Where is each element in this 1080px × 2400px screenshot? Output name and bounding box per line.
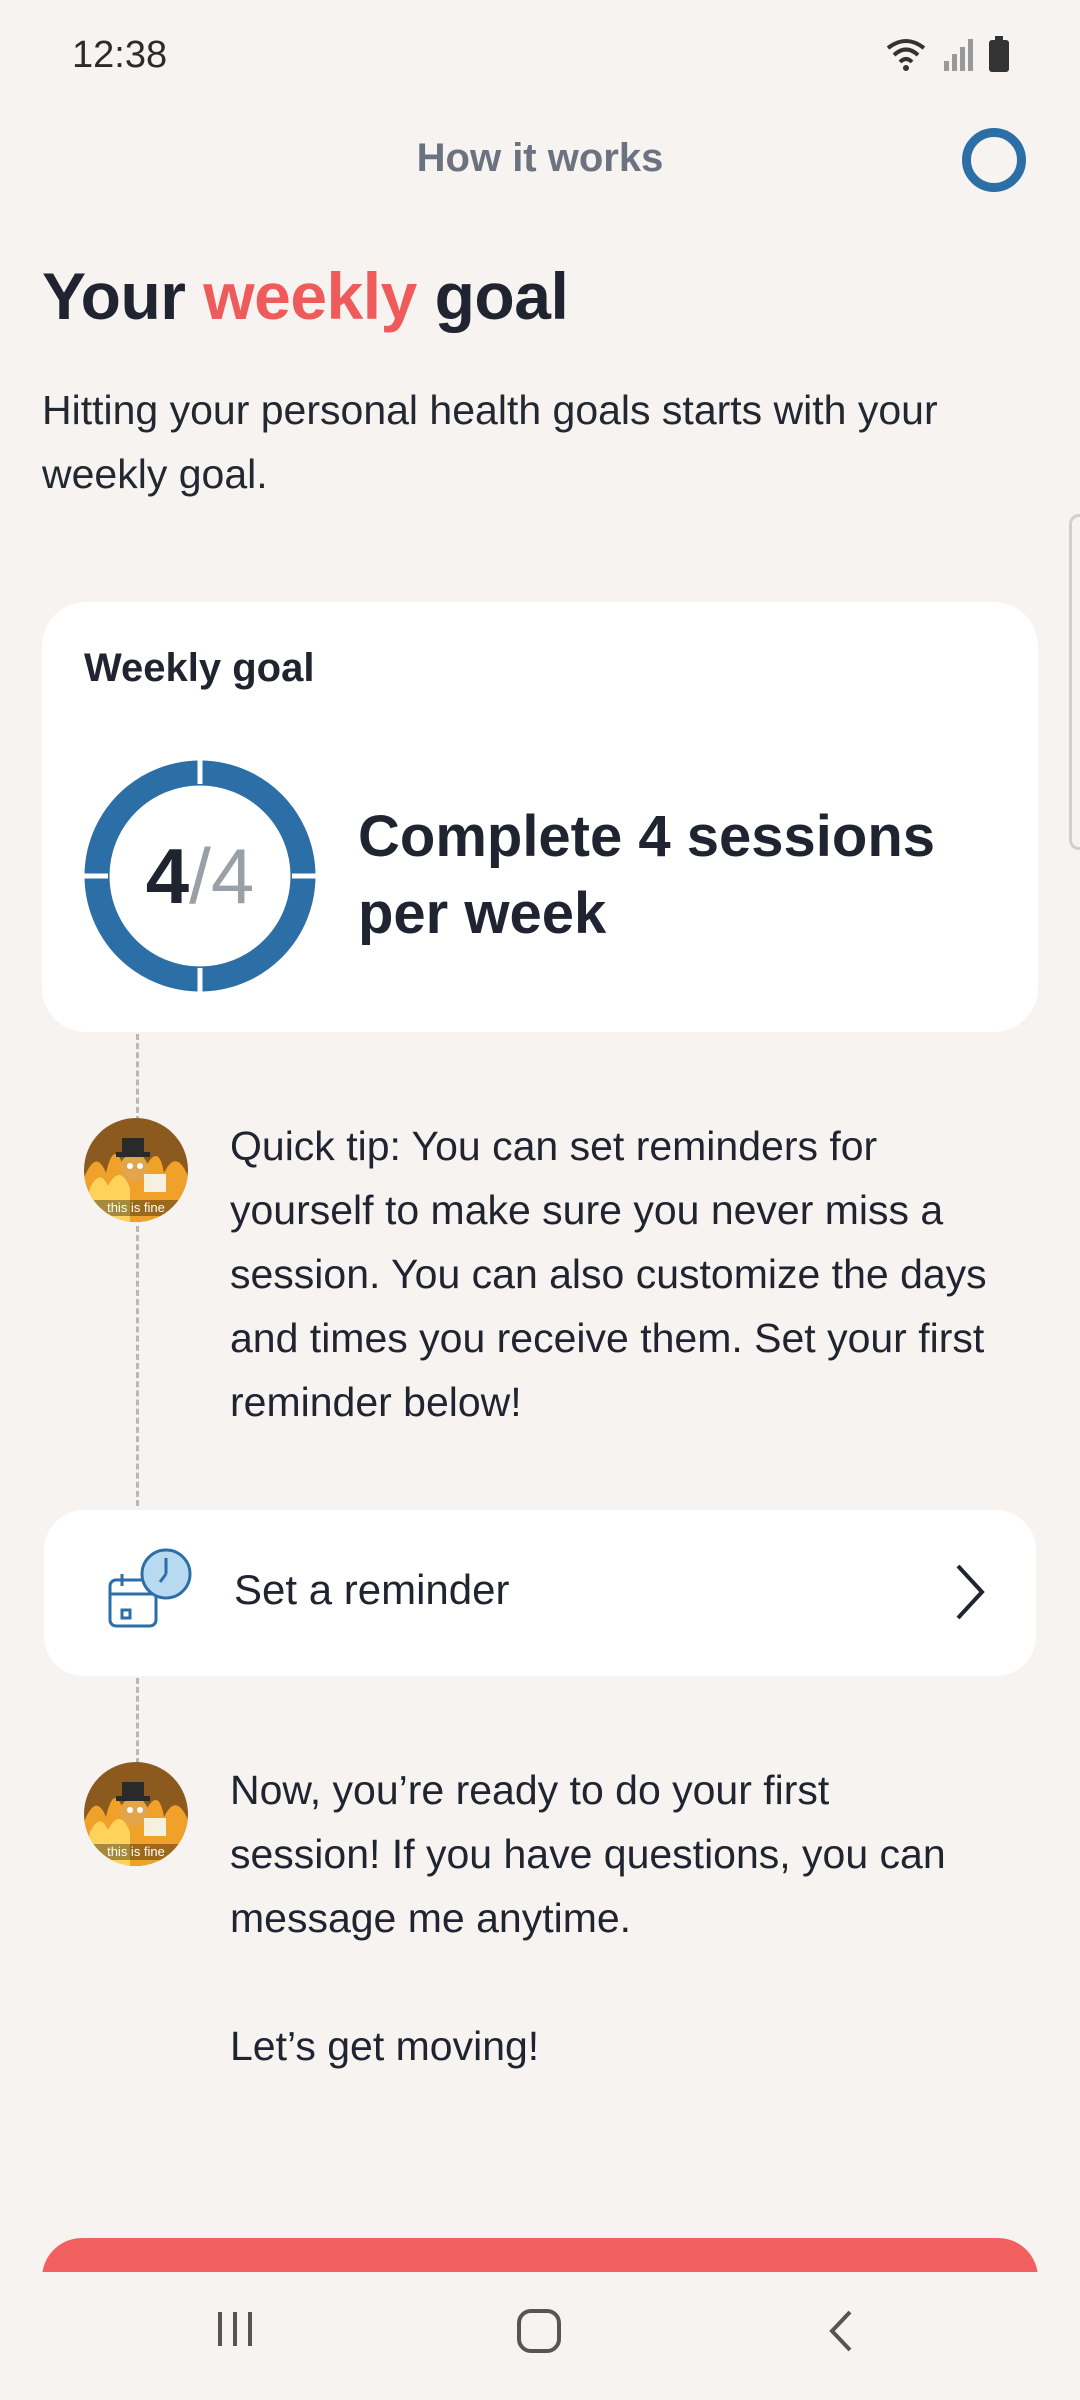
goal-completed: 4 (145, 831, 190, 920)
system-nav-bar (0, 2272, 1080, 2400)
home-icon[interactable] (514, 2306, 564, 2356)
battery-icon (989, 36, 1009, 72)
calendar-clock-icon (108, 1548, 192, 1628)
goal-target: 4 (210, 831, 255, 920)
progress-ring-icon[interactable] (962, 128, 1026, 192)
coach-avatar: this is fine (84, 1762, 188, 1866)
heading-accent: weekly (203, 259, 417, 333)
timeline-connector (136, 1226, 139, 1506)
timeline-connector (136, 1678, 139, 1764)
set-reminder-button[interactable]: Set a reminder (44, 1510, 1036, 1676)
intro-text: Hitting your personal health goals start… (42, 387, 938, 497)
heading-part2: goal (416, 259, 569, 333)
status-icons (884, 36, 1010, 72)
back-icon[interactable] (822, 2306, 858, 2356)
goal-separator: / (189, 831, 211, 920)
page-title: Your weekly goal (42, 258, 569, 334)
signal-icon (944, 39, 973, 71)
ready-message-text: Now, you’re ready to do your first sessi… (230, 1767, 946, 1941)
status-time: 12:38 (72, 34, 168, 76)
scroll-handle[interactable] (1069, 514, 1080, 850)
ready-message-closing: Let’s get moving! (230, 2023, 540, 2069)
goal-progress-ring: 4/4 (82, 758, 318, 994)
wifi-icon (886, 39, 926, 71)
chevron-right-icon (956, 1564, 985, 1620)
timeline-connector (136, 1034, 139, 1122)
heading-part1: Your (42, 259, 204, 333)
avatar-caption: this is fine (107, 1200, 165, 1215)
weekly-goal-title: Weekly goal (84, 646, 315, 690)
weekly-goal-card: Weekly goal 4/4 Complete 4 sessions per … (42, 602, 1038, 1032)
goal-count: 4/4 (82, 758, 318, 994)
avatar-caption: this is fine (107, 1844, 165, 1859)
page-header-title: How it works (416, 136, 664, 180)
set-reminder-label: Set a reminder (234, 1566, 510, 1613)
coach-avatar: this is fine (84, 1118, 188, 1222)
goal-description: Complete 4 sessions per week (358, 804, 935, 946)
quick-tip-text: Quick tip: You can set reminders for you… (230, 1123, 987, 1425)
recent-apps-icon[interactable] (212, 2306, 258, 2352)
